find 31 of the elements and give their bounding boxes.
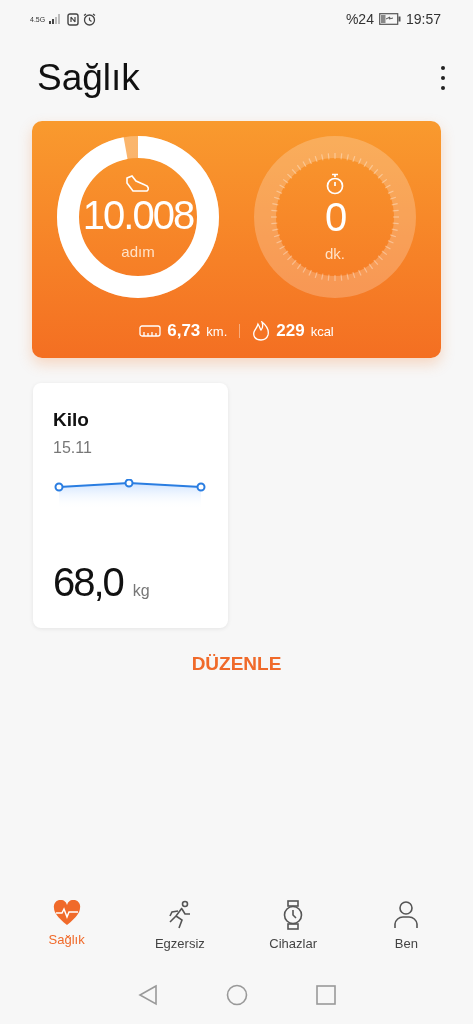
back-icon[interactable] (137, 984, 158, 1006)
active-minutes-unit: dk. (325, 244, 345, 262)
recents-icon[interactable] (315, 985, 336, 1005)
clock-time: 19:57 (405, 11, 441, 27)
weight-unit: kg (132, 582, 150, 600)
distance-value: 6,73 (167, 321, 201, 341)
battery-percent: %24 (345, 11, 374, 27)
steps-unit: adım (121, 242, 155, 260)
alarm-icon (83, 12, 97, 26)
calories-unit: kcal (310, 323, 334, 339)
active-minutes-value: 0 (324, 194, 346, 239)
nfc-icon (67, 12, 80, 26)
distance-unit: km. (206, 323, 228, 339)
weight-title: Kilo (53, 409, 90, 431)
weight-date: 15.11 (53, 439, 93, 457)
shoe-icon (125, 174, 151, 193)
weight-card[interactable]: Kilo 15.11 68,0 kg (33, 383, 228, 628)
weight-value: 68,0 (53, 559, 123, 605)
home-icon[interactable] (225, 984, 248, 1006)
stopwatch-icon (325, 172, 345, 195)
nav-tab[interactable]: Egzersiz (134, 899, 225, 952)
page-title: Sağlık (37, 57, 140, 99)
battery-icon (378, 13, 401, 25)
ruler-icon (139, 325, 162, 337)
steps-value: 10.008 (82, 192, 194, 237)
flame-icon (252, 321, 271, 341)
nav-tab[interactable]: Cihazlar (248, 899, 339, 952)
calories-value: 229 (276, 321, 305, 341)
heart-icon (52, 900, 81, 926)
person-icon (393, 900, 420, 930)
nav-tab[interactable]: Ben (361, 899, 452, 952)
